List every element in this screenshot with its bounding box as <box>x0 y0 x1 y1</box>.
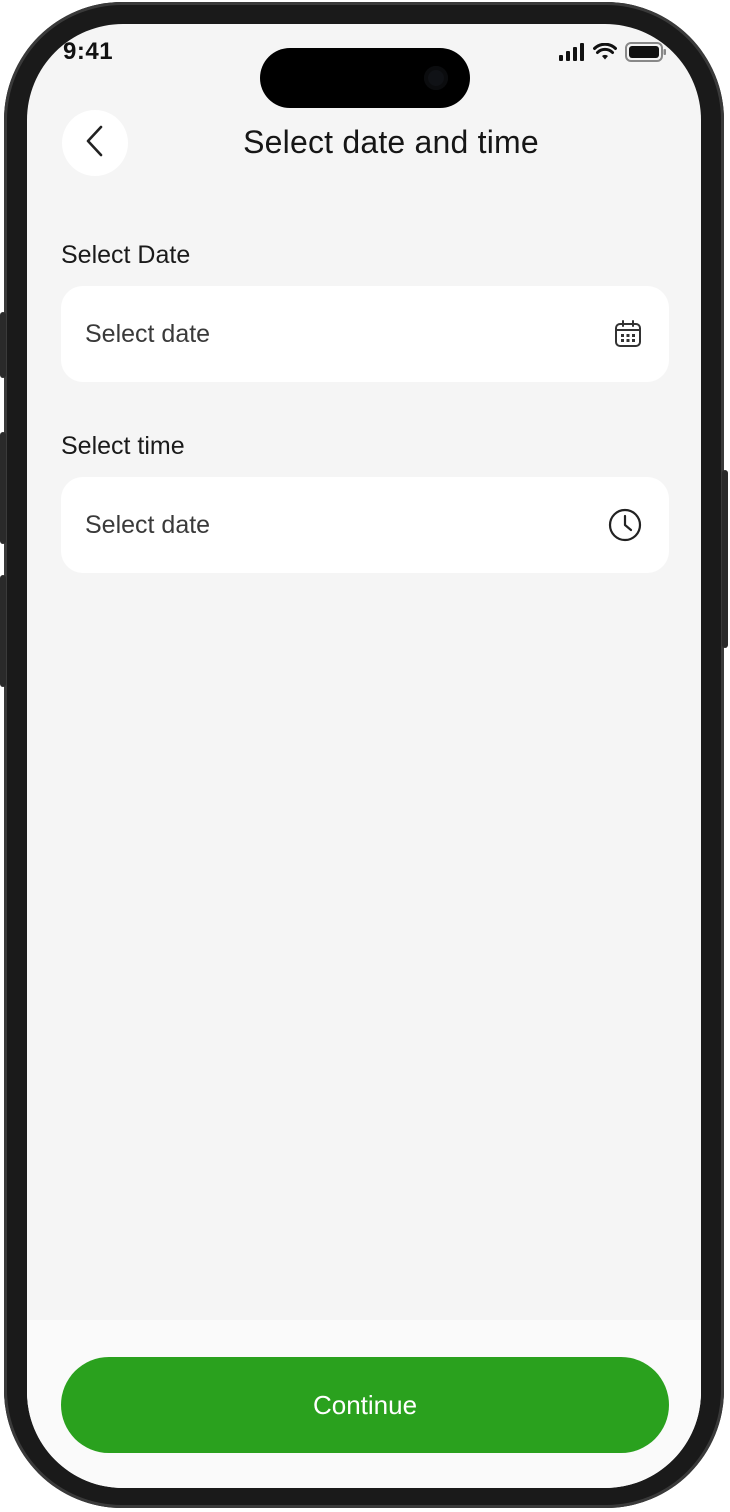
calendar-icon <box>613 319 643 349</box>
page: 9:41 Select date and time Select Date Se… <box>0 0 730 1512</box>
date-picker-field[interactable]: Select date <box>61 286 669 382</box>
back-button[interactable] <box>62 110 128 176</box>
status-time: 9:41 <box>63 38 114 65</box>
wifi-icon <box>593 42 617 66</box>
phone-volume-up-button <box>0 432 6 544</box>
continue-button[interactable]: Continue <box>61 1357 669 1453</box>
app-screen: 9:41 Select date and time Select Date Se… <box>27 24 701 1488</box>
phone-volume-down-button <box>0 575 6 687</box>
phone-mute-switch <box>0 312 6 378</box>
battery-icon <box>625 42 667 67</box>
time-field-placeholder: Select date <box>85 510 211 539</box>
chevron-left-icon <box>84 124 106 163</box>
page-title: Select date and time <box>243 124 539 160</box>
status-icons <box>559 42 667 67</box>
date-field-label: Select Date <box>61 241 191 269</box>
time-picker-field[interactable]: Select date <box>61 477 669 573</box>
phone-power-button <box>722 470 728 648</box>
front-camera <box>424 66 448 90</box>
clock-icon <box>607 507 643 543</box>
time-field-label: Select time <box>61 432 185 460</box>
cellular-signal-icon <box>559 43 585 66</box>
date-field-placeholder: Select date <box>85 319 211 348</box>
dynamic-island <box>260 48 470 108</box>
